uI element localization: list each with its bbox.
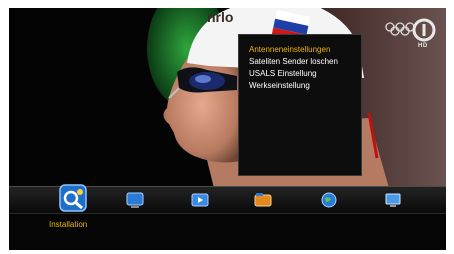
- ard-one-icon: [412, 18, 436, 42]
- main-menu-bar: [9, 184, 446, 214]
- channel-logo: HD: [412, 18, 436, 49]
- monitor-icon[interactable]: [383, 190, 403, 210]
- installation-icon[interactable]: [59, 184, 87, 212]
- selected-menu-label: Installation: [49, 220, 88, 229]
- media-icon[interactable]: [190, 190, 210, 210]
- tv-icon[interactable]: [125, 190, 145, 210]
- hd-badge: HD: [418, 43, 428, 49]
- globe-icon[interactable]: [319, 190, 339, 210]
- video-background: nrlo: [9, 8, 446, 188]
- menu-item-usals-settings[interactable]: USALS Einstellung: [249, 69, 317, 79]
- menu-item-delete-satellite-channels[interactable]: Sateliten Sender loschen: [249, 57, 338, 67]
- menu-item-factory-reset[interactable]: Werkseinstellung: [249, 81, 310, 91]
- olympic-rings-icon: [385, 22, 415, 36]
- tv-screen: nrlo HD Antenneneinstellungen Sateliten …: [9, 8, 446, 250]
- folder-icon[interactable]: [253, 190, 273, 210]
- installation-submenu: Antenneneinstellungen Sateliten Sender l…: [238, 34, 362, 176]
- menu-item-antenna-settings[interactable]: Antenneneinstellungen: [249, 45, 330, 55]
- cap-text: nrlo: [207, 9, 233, 25]
